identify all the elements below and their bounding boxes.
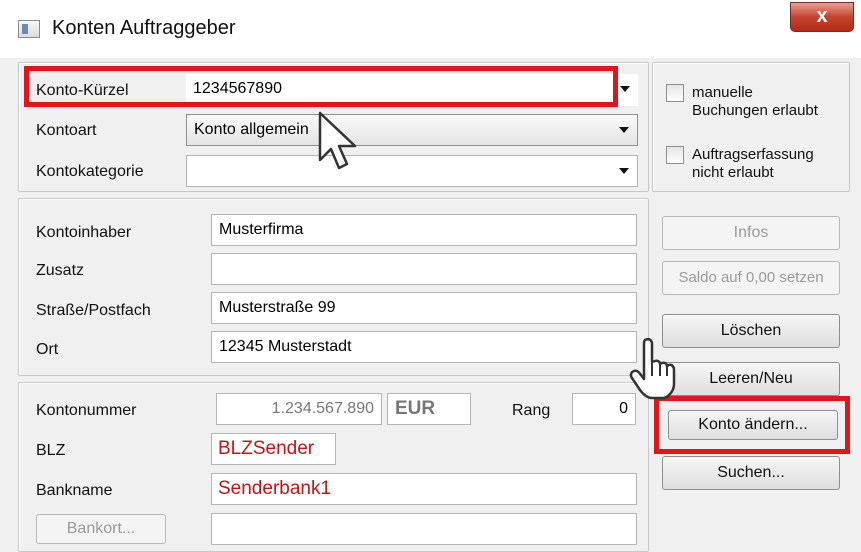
- kontoart-value: Konto allgemein: [194, 121, 309, 138]
- ort-input[interactable]: 12345 Musterstadt: [211, 331, 637, 363]
- auftragserfassung-label: Auftragserfassung nicht erlaubt: [692, 146, 814, 181]
- window-title: Konten Auftraggeber: [52, 17, 236, 39]
- title-bar: Konten Auftraggeber x: [0, 0, 861, 58]
- konto-kuerzel-highlight: [24, 66, 618, 107]
- ort-label: Ort: [36, 341, 59, 358]
- kontoart-combo[interactable]: Konto allgemein: [186, 114, 638, 146]
- strasse-label: Straße/Postfach: [36, 302, 151, 319]
- chevron-down-icon[interactable]: [619, 168, 629, 174]
- kontoinhaber-input[interactable]: Musterfirma: [211, 214, 637, 246]
- kontonummer-input[interactable]: 1.234.567.890: [216, 393, 382, 425]
- strasse-input[interactable]: Musterstraße 99: [211, 292, 637, 324]
- bankname-label: Bankname: [36, 482, 113, 499]
- kontokategorie-label: Kontokategorie: [36, 163, 144, 180]
- suchen-button[interactable]: Suchen...: [662, 456, 840, 490]
- chevron-down-icon[interactable]: [619, 127, 629, 133]
- blz-input[interactable]: BLZSender: [211, 433, 336, 465]
- kontonummer-label: Kontonummer: [36, 402, 137, 419]
- kontokategorie-combo[interactable]: [186, 155, 638, 187]
- mouse-pointer-icon: [316, 110, 368, 174]
- zusatz-label: Zusatz: [36, 262, 85, 279]
- bankort-input[interactable]: [211, 513, 637, 545]
- currency-field: EUR: [387, 393, 471, 425]
- rang-label: Rang: [512, 402, 551, 419]
- blz-label: BLZ: [36, 442, 66, 459]
- leeren-neu-button[interactable]: Leeren/Neu: [662, 362, 840, 396]
- hand-pointer-icon: [628, 336, 680, 402]
- bankort-button[interactable]: Bankort...: [36, 514, 166, 544]
- kontoart-label: Kontoart: [36, 122, 97, 139]
- kontoinhaber-label: Kontoinhaber: [36, 224, 132, 241]
- window-icon: [18, 20, 40, 38]
- auftragserfassung-checkbox[interactable]: [666, 146, 684, 164]
- manuelle-buchungen-label: manuelle Buchungen erlaubt: [692, 84, 818, 119]
- bankname-input[interactable]: Senderbank1: [211, 473, 637, 505]
- rang-input[interactable]: 0: [572, 393, 636, 425]
- manuelle-buchungen-checkbox[interactable]: [666, 84, 684, 102]
- zusatz-input[interactable]: [211, 253, 637, 285]
- saldo-button[interactable]: Saldo auf 0,00 setzen: [662, 261, 840, 295]
- infos-button[interactable]: Infos: [662, 216, 840, 250]
- konto-aendern-highlight: [654, 396, 850, 454]
- loeschen-button[interactable]: Löschen: [662, 314, 840, 348]
- close-button[interactable]: x: [790, 2, 854, 32]
- chevron-down-icon[interactable]: [620, 86, 630, 92]
